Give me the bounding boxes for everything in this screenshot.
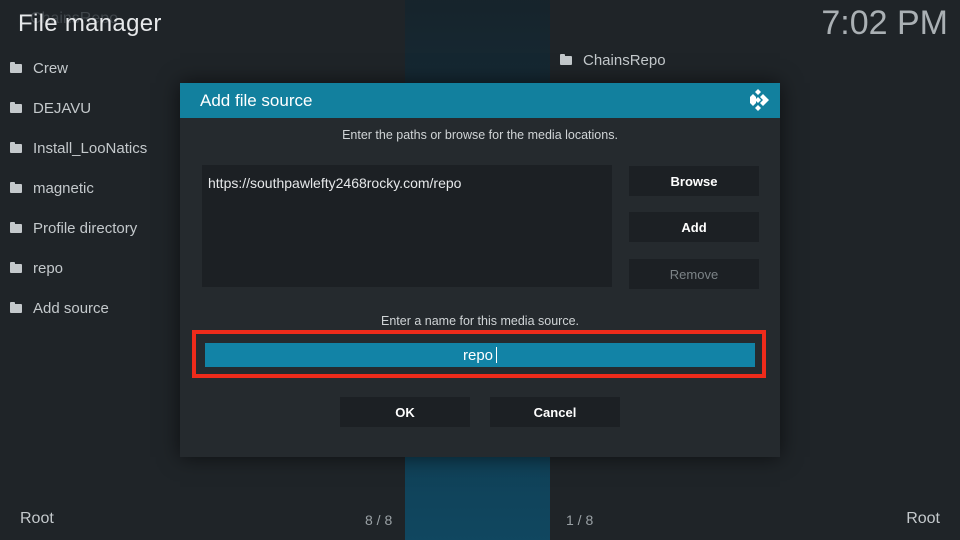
- left-list-item-magnetic[interactable]: magnetic: [10, 168, 147, 208]
- left-footer-count: 8 / 8: [365, 512, 393, 528]
- dialog-title: Add file source: [200, 90, 313, 110]
- left-footer-label: Root: [20, 510, 54, 527]
- folder-icon: [10, 181, 22, 193]
- ok-button[interactable]: OK: [340, 397, 470, 427]
- add-file-source-dialog: Add file source Enter the paths or brows…: [180, 83, 780, 457]
- left-source-list: Crew DEJAVU Install_LooNatics magnetic P…: [10, 48, 147, 328]
- list-item-label: DEJAVU: [33, 99, 92, 117]
- left-list-item-add-source[interactable]: Add source: [10, 288, 147, 328]
- kodi-logo-icon: [750, 89, 769, 111]
- list-item-label: Crew: [33, 59, 69, 77]
- folder-icon: [10, 261, 22, 273]
- add-button[interactable]: Add: [629, 212, 759, 242]
- left-list-item-dejavu[interactable]: DEJAVU: [10, 88, 147, 128]
- left-list-item-repo[interactable]: repo: [10, 248, 147, 288]
- right-footer-count: 1 / 8: [566, 512, 594, 528]
- list-item-label: magnetic: [33, 179, 94, 197]
- right-footer-label: Root: [906, 510, 940, 527]
- list-item-label: ChainsRepo: [583, 51, 666, 69]
- text-caret: [496, 347, 498, 363]
- source-name-value: repo: [462, 346, 494, 364]
- paths-list[interactable]: https://southpawlefty2468rocky.com/repo: [202, 165, 612, 287]
- folder-icon: [10, 301, 22, 313]
- list-item-label: Install_LooNatics: [33, 139, 148, 157]
- cancel-button[interactable]: Cancel: [490, 397, 620, 427]
- folder-icon: [10, 141, 22, 153]
- list-item-label: repo: [33, 259, 64, 277]
- right-source-list: ChainsRepo: [560, 40, 666, 80]
- list-item-label: Add source: [33, 299, 109, 317]
- path-item[interactable]: https://southpawlefty2468rocky.com/repo: [202, 165, 612, 201]
- remove-button[interactable]: Remove: [629, 259, 759, 289]
- left-list-item-crew[interactable]: Crew: [10, 48, 147, 88]
- folder-icon: [10, 61, 22, 73]
- folder-icon: [10, 101, 22, 113]
- name-hint: Enter a name for this media source.: [380, 314, 579, 328]
- app-title: File manager: [18, 10, 162, 37]
- left-list-item-profile-directory[interactable]: Profile directory: [10, 208, 147, 248]
- clock: 7:02 PM: [821, 4, 948, 42]
- dialog-header: Add file source: [180, 83, 780, 118]
- right-list-item-chainsrepo[interactable]: ChainsRepo: [560, 40, 666, 80]
- folder-icon: [560, 53, 572, 65]
- left-list-item-install-loonatics[interactable]: Install_LooNatics: [10, 128, 147, 168]
- folder-icon: [10, 221, 22, 233]
- list-item-label: Profile directory: [33, 219, 138, 237]
- source-name-input[interactable]: repo: [205, 343, 755, 367]
- browse-button[interactable]: Browse: [629, 166, 759, 196]
- paths-hint: Enter the paths or browse for the media …: [342, 128, 618, 142]
